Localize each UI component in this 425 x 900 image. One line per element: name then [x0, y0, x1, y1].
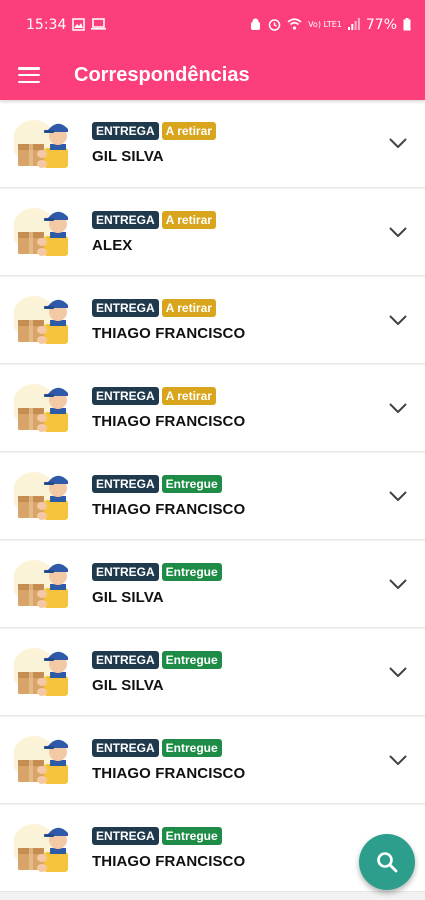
list-item[interactable]: ENTREGA Entregue THIAGO FRANCISCO: [0, 716, 425, 804]
battery-icon: [403, 17, 411, 33]
recipient-name: THIAGO FRANCISCO: [92, 324, 246, 342]
list-item[interactable]: ENTREGA A retirar THIAGO FRANCISCO: [0, 276, 425, 364]
page-title: Correspondências: [74, 63, 250, 86]
signal-bars-icon: [347, 18, 360, 32]
item-badges: ENTREGA Entregue: [92, 738, 371, 757]
item-info: ENTREGA Entregue THIAGO FRANCISCO: [92, 474, 371, 518]
delivery-person-icon: [12, 378, 74, 438]
type-badge: ENTREGA: [92, 562, 159, 581]
type-badge: ENTREGA: [92, 474, 159, 493]
item-info: ENTREGA Entregue THIAGO FRANCISCO: [92, 738, 371, 782]
status-badge: Entregue: [161, 738, 222, 757]
item-info: ENTREGA A retirar ALEX: [92, 210, 371, 254]
lte-signal-icon: Vo) LTE1: [308, 20, 342, 29]
list-item[interactable]: ENTREGA A retirar ALEX: [0, 188, 425, 276]
status-time: 15:34: [26, 17, 67, 33]
chevron-down-icon[interactable]: [371, 403, 425, 414]
image-icon: [72, 17, 86, 33]
delivery-person-icon: [12, 642, 74, 702]
type-badge: ENTREGA: [92, 738, 159, 757]
type-badge: ENTREGA: [92, 298, 159, 317]
status-badge: Entregue: [161, 562, 222, 581]
status-left: 15:34: [26, 17, 107, 33]
app-bar: Correspondências: [0, 50, 425, 100]
item-badges: ENTREGA Entregue: [92, 826, 371, 845]
status-badge: A retirar: [161, 122, 216, 140]
item-info: ENTREGA Entregue THIAGO FRANCISCO: [92, 826, 371, 870]
list-item[interactable]: ENTREGA A retirar THIAGO FRANCISCO: [0, 364, 425, 452]
status-badge: Entregue: [161, 826, 222, 845]
recipient-name: GIL SILVA: [92, 676, 164, 694]
list-item[interactable]: ENTREGA Entregue GIL SILVA: [0, 540, 425, 628]
item-info: ENTREGA A retirar GIL SILVA: [92, 122, 371, 165]
status-badge: A retirar: [161, 386, 216, 405]
battery-percent: 77%: [365, 17, 397, 33]
recipient-name: THIAGO FRANCISCO: [92, 852, 246, 870]
list-item[interactable]: ENTREGA Entregue GIL SILVA: [0, 628, 425, 716]
delivery-person-icon: [12, 202, 74, 262]
delivery-person-icon: [12, 290, 74, 350]
delivery-person-icon: [12, 466, 74, 526]
delivery-person-icon: [12, 818, 74, 878]
android-icon: [249, 18, 262, 33]
item-info: ENTREGA Entregue GIL SILVA: [92, 650, 371, 694]
item-badges: ENTREGA A retirar: [92, 298, 371, 317]
type-badge: ENTREGA: [92, 826, 159, 845]
status-bar: 15:34 Vo) LTE1 77%: [0, 0, 425, 50]
app-screen: 15:34 Vo) LTE1 77% Correspondências ENTR…: [0, 0, 425, 900]
chevron-down-icon[interactable]: [371, 491, 425, 502]
chevron-down-icon[interactable]: [371, 579, 425, 590]
item-badges: ENTREGA A retirar: [92, 122, 371, 140]
item-badges: ENTREGA Entregue: [92, 474, 371, 493]
chevron-down-icon[interactable]: [371, 138, 425, 149]
delivery-person-icon: [12, 554, 74, 614]
status-badge: Entregue: [161, 650, 222, 669]
item-info: ENTREGA A retirar THIAGO FRANCISCO: [92, 386, 371, 430]
delivery-person-icon: [12, 114, 74, 174]
type-badge: ENTREGA: [92, 386, 159, 405]
chevron-down-icon[interactable]: [371, 755, 425, 766]
search-icon: [377, 852, 398, 873]
chevron-down-icon[interactable]: [371, 315, 425, 326]
list-item[interactable]: ENTREGA Entregue THIAGO FRANCISCO: [0, 452, 425, 540]
delivery-person-icon: [12, 730, 74, 790]
recipient-name: THIAGO FRANCISCO: [92, 500, 246, 518]
recipient-name: THIAGO FRANCISCO: [92, 764, 246, 782]
item-badges: ENTREGA A retirar: [92, 210, 371, 229]
item-badges: ENTREGA Entregue: [92, 650, 371, 669]
status-badge: Entregue: [161, 474, 222, 493]
status-badge: A retirar: [161, 210, 216, 229]
recipient-name: ALEX: [92, 236, 133, 254]
recipient-name: THIAGO FRANCISCO: [92, 412, 246, 430]
type-badge: ENTREGA: [92, 122, 159, 140]
laptop-icon: [91, 18, 107, 32]
item-info: ENTREGA Entregue GIL SILVA: [92, 562, 371, 606]
mail-list: ENTREGA A retirar GIL SILVA ENTREGA A re…: [0, 100, 425, 892]
item-badges: ENTREGA Entregue: [92, 562, 371, 581]
list-item[interactable]: ENTREGA A retirar GIL SILVA: [0, 100, 425, 188]
recipient-name: GIL SILVA: [92, 588, 164, 606]
wifi-icon: [287, 18, 302, 32]
search-button[interactable]: [359, 834, 415, 890]
status-right: Vo) LTE1 77%: [249, 17, 411, 33]
menu-icon[interactable]: [18, 67, 40, 83]
chevron-down-icon[interactable]: [371, 667, 425, 678]
chevron-down-icon[interactable]: [371, 227, 425, 238]
item-badges: ENTREGA A retirar: [92, 386, 371, 405]
type-badge: ENTREGA: [92, 650, 159, 669]
alarm-icon: [268, 18, 281, 33]
status-badge: A retirar: [161, 298, 216, 317]
type-badge: ENTREGA: [92, 210, 159, 229]
item-info: ENTREGA A retirar THIAGO FRANCISCO: [92, 298, 371, 342]
recipient-name: GIL SILVA: [92, 148, 164, 165]
